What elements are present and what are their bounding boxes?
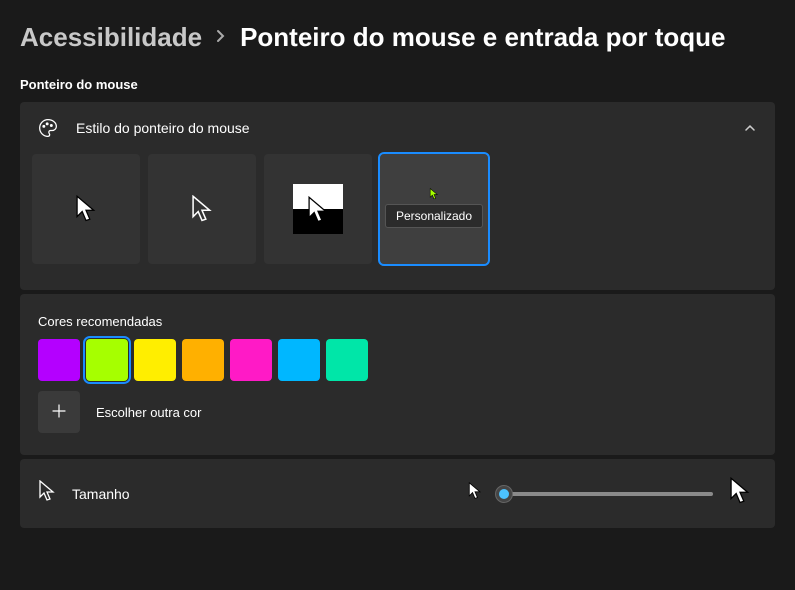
slider-thumb[interactable]: [495, 485, 513, 503]
color-swatch[interactable]: [230, 339, 272, 381]
inverted-preview: [293, 184, 343, 234]
palette-icon: [38, 118, 58, 138]
pointer-style-black[interactable]: [148, 154, 256, 264]
pointer-style-options: Personalizado: [20, 154, 775, 290]
color-swatch[interactable]: [182, 339, 224, 381]
color-swatch-row: [38, 339, 757, 381]
pointer-style-inverted[interactable]: [264, 154, 372, 264]
pointer-size-slider[interactable]: [498, 492, 713, 496]
breadcrumb: Acessibilidade Ponteiro do mouse e entra…: [20, 22, 775, 53]
plus-icon: [52, 402, 66, 423]
section-header: Ponteiro do mouse: [20, 77, 775, 92]
color-swatch[interactable]: [326, 339, 368, 381]
choose-color-label: Escolher outra cor: [96, 405, 202, 420]
recommended-colors-label: Cores recomendadas: [38, 314, 757, 329]
color-swatch[interactable]: [134, 339, 176, 381]
pointer-size-label: Tamanho: [72, 486, 452, 502]
cursor-icon: [38, 480, 56, 507]
cursor-black-icon: [191, 195, 213, 223]
cursor-large-icon: [729, 477, 751, 510]
cursor-inverted-icon: [307, 196, 329, 224]
tooltip-custom: Personalizado: [385, 204, 483, 228]
pointer-style-header[interactable]: Estilo do ponteiro do mouse: [20, 102, 775, 154]
choose-color-row: Escolher outra cor: [38, 391, 757, 433]
pointer-style-white[interactable]: [32, 154, 140, 264]
cursor-white-icon: [75, 195, 97, 223]
chevron-right-icon: [216, 26, 226, 49]
pointer-style-label: Estilo do ponteiro do mouse: [76, 120, 725, 136]
cursor-custom-icon: [429, 188, 439, 200]
color-swatch[interactable]: [86, 339, 128, 381]
breadcrumb-parent[interactable]: Acessibilidade: [20, 22, 202, 53]
choose-color-button[interactable]: [38, 391, 80, 433]
color-swatch[interactable]: [38, 339, 80, 381]
page-title: Ponteiro do mouse e entrada por toque: [240, 22, 725, 53]
pointer-size-card: Tamanho: [20, 459, 775, 528]
cursor-small-icon: [468, 482, 482, 505]
color-swatch[interactable]: [278, 339, 320, 381]
pointer-style-card: Estilo do ponteiro do mouse: [20, 102, 775, 290]
pointer-style-custom[interactable]: Personalizado: [380, 154, 488, 264]
recommended-colors-card: Cores recomendadas Escolher outra cor: [20, 294, 775, 455]
chevron-up-icon: [743, 121, 757, 135]
